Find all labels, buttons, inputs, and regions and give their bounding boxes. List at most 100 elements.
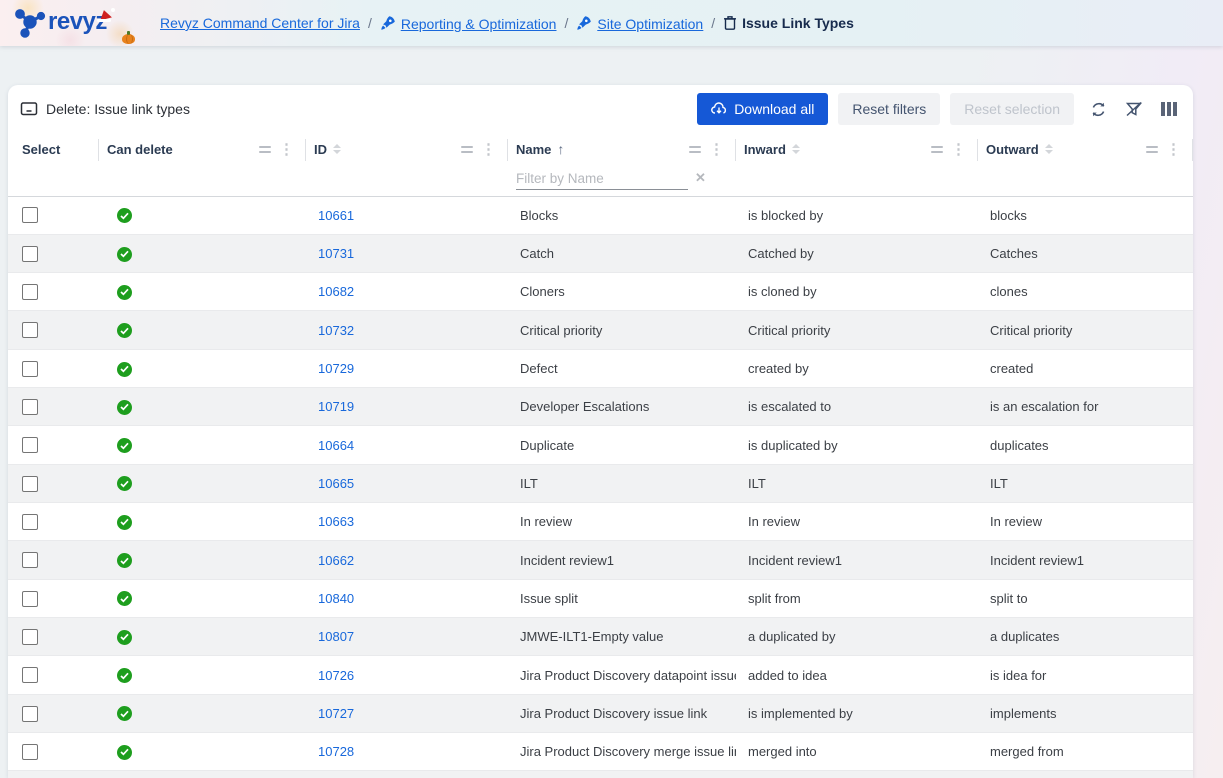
breadcrumb-home-link[interactable]: Revyz Command Center for Jira [160, 15, 360, 31]
column-menu-icon[interactable]: ⋮ [1166, 142, 1181, 157]
can-delete-check-icon [117, 285, 132, 300]
column-menu-icon[interactable]: ⋮ [481, 142, 496, 157]
issue-link-type-id-link[interactable]: 10663 [318, 514, 354, 529]
filter-icon[interactable] [931, 146, 943, 153]
inward-cell: Incident review1 [736, 541, 978, 579]
column-header-name[interactable]: Name ↑ ⋮ [508, 133, 736, 165]
row-checkbox[interactable] [22, 667, 38, 683]
column-header-inward[interactable]: Inward ⋮ [736, 133, 978, 165]
row-checkbox[interactable] [22, 591, 38, 607]
filter-icon[interactable] [689, 146, 701, 153]
select-cell [8, 349, 99, 387]
table-row: 10807JMWE-ILT1-Empty valuea duplicated b… [8, 618, 1193, 656]
clear-filter-icon[interactable]: ✕ [693, 170, 708, 186]
filter-icon[interactable] [1146, 146, 1158, 153]
column-menu-icon[interactable]: ⋮ [279, 142, 294, 157]
issue-link-type-id-link[interactable]: 10662 [318, 553, 354, 568]
outward-cell: is an escalation for [978, 388, 1193, 426]
column-label: Name [516, 142, 551, 157]
issue-link-type-id-link[interactable]: 10728 [318, 744, 354, 759]
breadcrumb-site-optimization-link[interactable]: Site Optimization [576, 15, 703, 32]
sort-icon[interactable] [1045, 144, 1053, 154]
inward-cell: a duplicated by [736, 618, 978, 656]
column-header-can-delete: Can delete ⋮ [99, 133, 306, 165]
select-cell [8, 656, 99, 694]
issue-link-type-id-link[interactable]: 10840 [318, 591, 354, 606]
row-checkbox[interactable] [22, 284, 38, 300]
trash-icon [723, 15, 737, 30]
row-checkbox[interactable] [22, 246, 38, 262]
table-row: 10663In reviewIn reviewIn review [8, 503, 1193, 541]
breadcrumb-label: Site Optimization [597, 16, 703, 32]
issue-link-type-id-link[interactable]: 10732 [318, 323, 354, 338]
inward-cell: is cloned by [736, 273, 978, 311]
sort-ascending-icon[interactable]: ↑ [557, 141, 564, 157]
table-row: 10665ILTILTILT [8, 464, 1193, 502]
page-title: Delete: Issue link types [20, 101, 190, 117]
issue-link-type-id-link[interactable]: 10719 [318, 399, 354, 414]
outward-cell: duplicates [978, 426, 1193, 464]
row-checkbox[interactable] [22, 361, 38, 377]
can-delete-check-icon [117, 553, 132, 568]
issue-link-type-id-link[interactable]: 10727 [318, 706, 354, 721]
column-header-outward[interactable]: Outward ⋮ [978, 133, 1193, 165]
inward-cell: split from [736, 579, 978, 617]
row-checkbox[interactable] [22, 514, 38, 530]
name-cell: Issue split [508, 579, 736, 617]
row-checkbox[interactable] [22, 552, 38, 568]
sort-icon[interactable] [333, 144, 341, 154]
row-checkbox[interactable] [22, 437, 38, 453]
reset-selection-button[interactable]: Reset selection [950, 93, 1074, 125]
issue-link-type-id-link[interactable]: 10665 [318, 476, 354, 491]
filter-icon[interactable] [259, 146, 271, 153]
id-cell: 10682 [306, 273, 508, 311]
filter-off-icon[interactable] [1123, 99, 1145, 119]
can-delete-check-icon [117, 247, 132, 262]
outward-cell: In review [978, 503, 1193, 541]
row-checkbox[interactable] [22, 399, 38, 415]
row-checkbox[interactable] [22, 744, 38, 760]
inward-cell: is duplicated by [736, 426, 978, 464]
download-all-label: Download all [734, 101, 814, 117]
select-cell [8, 388, 99, 426]
id-cell: 10663 [306, 503, 508, 541]
outward-cell: a duplicates [978, 618, 1193, 656]
name-cell: Cloners [508, 273, 736, 311]
cloud-download-icon [711, 102, 727, 116]
column-header-id[interactable]: ID ⋮ [306, 133, 508, 165]
row-checkbox[interactable] [22, 706, 38, 722]
inward-cell: In review [736, 503, 978, 541]
id-cell: 10662 [306, 541, 508, 579]
breadcrumb-reporting-link[interactable]: Reporting & Optimization [380, 15, 557, 32]
column-menu-icon[interactable]: ⋮ [951, 142, 966, 157]
issue-link-type-id-link[interactable]: 10726 [318, 668, 354, 683]
can-delete-check-icon [117, 591, 132, 606]
row-checkbox[interactable] [22, 629, 38, 645]
issue-link-type-id-link[interactable]: 10731 [318, 246, 354, 261]
select-cell [8, 694, 99, 732]
column-menu-icon[interactable]: ⋮ [709, 142, 724, 157]
select-cell [8, 733, 99, 771]
can-delete-cell [99, 464, 306, 502]
name-filter-input[interactable] [516, 171, 693, 186]
columns-icon[interactable] [1159, 100, 1179, 118]
issue-link-type-id-link[interactable]: 10661 [318, 208, 354, 223]
id-cell: 10840 [306, 579, 508, 617]
issue-link-type-id-link[interactable]: 10682 [318, 284, 354, 299]
filter-icon[interactable] [461, 146, 473, 153]
row-checkbox[interactable] [22, 322, 38, 338]
page-title-text: Delete: Issue link types [46, 101, 190, 117]
download-all-button[interactable]: Download all [697, 93, 828, 125]
reset-filters-button[interactable]: Reset filters [838, 93, 940, 125]
sort-icon[interactable] [792, 144, 800, 154]
issue-link-type-id-link[interactable]: 10664 [318, 438, 354, 453]
refresh-icon[interactable] [1088, 99, 1109, 120]
row-checkbox[interactable] [22, 476, 38, 492]
can-delete-check-icon [117, 668, 132, 683]
issue-link-type-id-link[interactable]: 10729 [318, 361, 354, 376]
row-checkbox[interactable] [22, 207, 38, 223]
name-cell: Jira Product Discovery issue link [508, 694, 736, 732]
can-delete-cell [99, 234, 306, 272]
outward-cell: blocks [978, 196, 1193, 234]
issue-link-type-id-link[interactable]: 10807 [318, 629, 354, 644]
